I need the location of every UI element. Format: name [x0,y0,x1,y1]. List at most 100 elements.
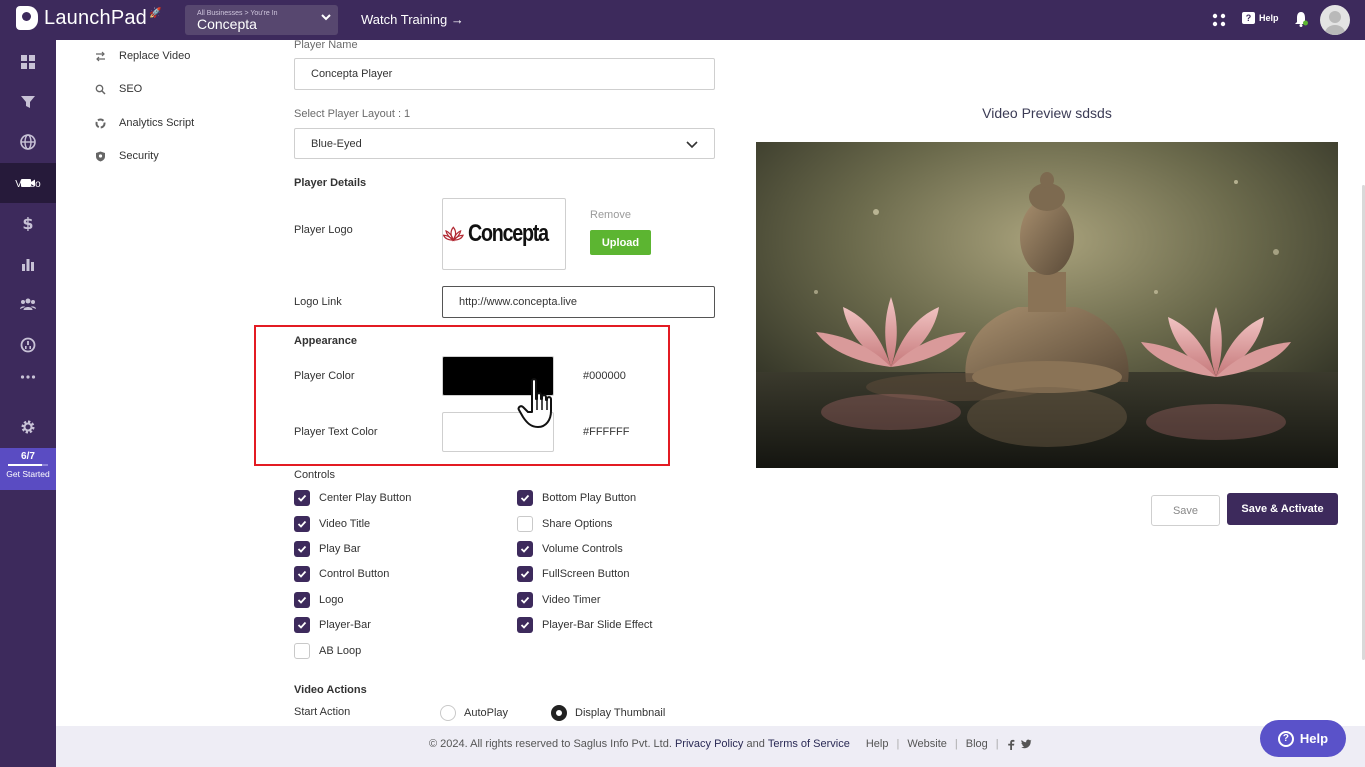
layout-select[interactable]: Blue-Eyed [294,128,715,159]
submenu-analytics-script[interactable]: Analytics Script [95,117,194,129]
watch-training-link[interactable]: Watch Training → [361,12,464,27]
question-circle-icon: ? [1277,730,1294,747]
player-name-input[interactable]: Concepta Player [294,58,715,90]
video-actions-heading: Video Actions [294,684,367,696]
footer-help-link[interactable]: Help [866,738,889,750]
checkbox-box[interactable] [294,516,310,532]
get-started-progress[interactable]: 6/7 Get Started [0,448,56,490]
rocket-icon: 🚀 [149,7,162,19]
user-avatar[interactable] [1320,5,1350,35]
player-text-color-value: #FFFFFF [583,426,630,438]
footer-website-link[interactable]: Website [907,738,947,750]
checkbox-control-button[interactable]: Control Button [294,566,389,582]
help-floating-button[interactable]: ? Help [1260,720,1346,757]
facebook-icon[interactable] [1007,739,1015,750]
checkbox-player-bar-slide-effect[interactable]: Player-Bar Slide Effect [517,617,652,633]
checkbox-share-options[interactable]: Share Options [517,516,612,532]
rail-video[interactable]: Video [0,163,56,203]
checkbox-logo[interactable]: Logo [294,592,343,608]
footer-separator: | [954,738,958,750]
checkbox-box[interactable] [517,566,533,582]
app-logo[interactable]: LaunchPad 🚀 [16,6,161,30]
dollar-icon: $ [22,215,33,231]
logo-link-input[interactable]: http://www.concepta.live [442,286,715,318]
rail-video-label: Video [15,179,41,190]
chevron-down-icon [686,141,698,149]
checkbox-label: Player-Bar Slide Effect [542,619,653,631]
layout-value: Blue-Eyed [311,137,362,150]
checkbox-bottom-play-button[interactable]: Bottom Play Button [517,490,636,506]
checkbox-play-bar[interactable]: Play Bar [294,541,361,557]
top-bar: LaunchPad 🚀 All Businesses > You're In C… [0,0,1365,40]
radio-display-thumbnail[interactable]: Display Thumbnail [551,705,665,721]
footer-blog-link[interactable]: Blog [966,738,988,750]
help-menu[interactable]: ? Help [1242,12,1279,24]
radio-dot[interactable] [551,705,567,721]
checkbox-video-timer[interactable]: Video Timer [517,592,601,608]
checkbox-label: Play Bar [319,543,361,555]
checkbox-ab-loop[interactable]: AB Loop [294,643,361,659]
checkbox-box[interactable] [517,592,533,608]
radio-autoplay[interactable]: AutoPlay [440,705,508,721]
radio-label: Display Thumbnail [575,707,666,719]
analytics-icon [95,118,106,128]
checkbox-label: Video Title [319,518,371,530]
layout-label: Select Player Layout : 1 [294,108,411,120]
users-icon [20,298,36,310]
upload-logo-button[interactable]: Upload [590,230,651,255]
checkbox-box[interactable] [517,541,533,557]
rail-analytics[interactable] [0,244,56,284]
get-started-label: Get Started [6,469,50,479]
rail-funnel[interactable] [0,82,56,122]
checkbox-label: AB Loop [319,645,362,657]
help-label: Help [1259,13,1279,23]
player-color-value: #000000 [583,370,626,382]
checkbox-box[interactable] [294,566,310,582]
submenu-seo[interactable]: SEO [95,83,142,95]
help-fab-label: Help [1299,731,1329,746]
checkbox-box[interactable] [517,490,533,506]
save-button[interactable]: Save [1151,495,1220,526]
checkmark-icon [297,545,307,553]
notification-bell-icon[interactable] [1294,11,1308,27]
checkbox-box[interactable] [517,516,533,532]
submenu-replace-video[interactable]: Replace Video [95,50,190,62]
checkbox-video-title[interactable]: Video Title [294,516,370,532]
twitter-icon[interactable] [1020,739,1032,749]
submenu-security[interactable]: Security [95,150,159,162]
video-preview-player[interactable] [756,142,1338,468]
business-switcher[interactable]: All Businesses > You're In Concepta [185,5,338,35]
checkbox-box[interactable] [294,541,310,557]
checkbox-volume-controls[interactable]: Volume Controls [517,541,623,557]
privacy-policy-link[interactable]: Privacy Policy [675,738,743,750]
checkbox-box[interactable] [294,643,310,659]
checkbox-fullscreen-button[interactable]: FullScreen Button [517,566,629,582]
player-logo-preview: Concepta [442,198,566,270]
terms-link[interactable]: Terms of Service [768,738,850,750]
radio-dot[interactable] [440,705,456,721]
footer-separator: | [896,738,900,750]
rail-dashboard[interactable] [0,42,56,82]
checkbox-box[interactable] [517,617,533,633]
progress-bar [8,464,48,466]
rail-contacts[interactable] [0,284,56,324]
checkmark-icon [297,621,307,629]
checkbox-box[interactable] [294,617,310,633]
copyright-text: © 2024. All rights reserved to Saglus In… [429,738,672,750]
checkbox-box[interactable] [294,592,310,608]
save-and-activate-button[interactable]: Save & Activate [1227,493,1338,525]
rail-settings[interactable] [0,407,56,447]
apps-grid-icon[interactable] [1212,13,1226,27]
rail-more[interactable] [0,357,56,397]
player-logo-label: Player Logo [294,224,353,236]
checkbox-box[interactable] [294,490,310,506]
checkbox-player-bar[interactable]: Player-Bar [294,617,371,633]
rail-payments[interactable]: $ [0,203,56,243]
funnel-icon [21,96,35,108]
checkbox-label: Bottom Play Button [542,492,637,504]
remove-logo-link[interactable]: Remove [590,209,631,221]
globe-icon [20,134,36,150]
video-preview-title: Video Preview sdsds [982,105,1112,121]
rail-website[interactable] [0,122,56,162]
checkbox-center-play-button[interactable]: Center Play Button [294,490,411,506]
